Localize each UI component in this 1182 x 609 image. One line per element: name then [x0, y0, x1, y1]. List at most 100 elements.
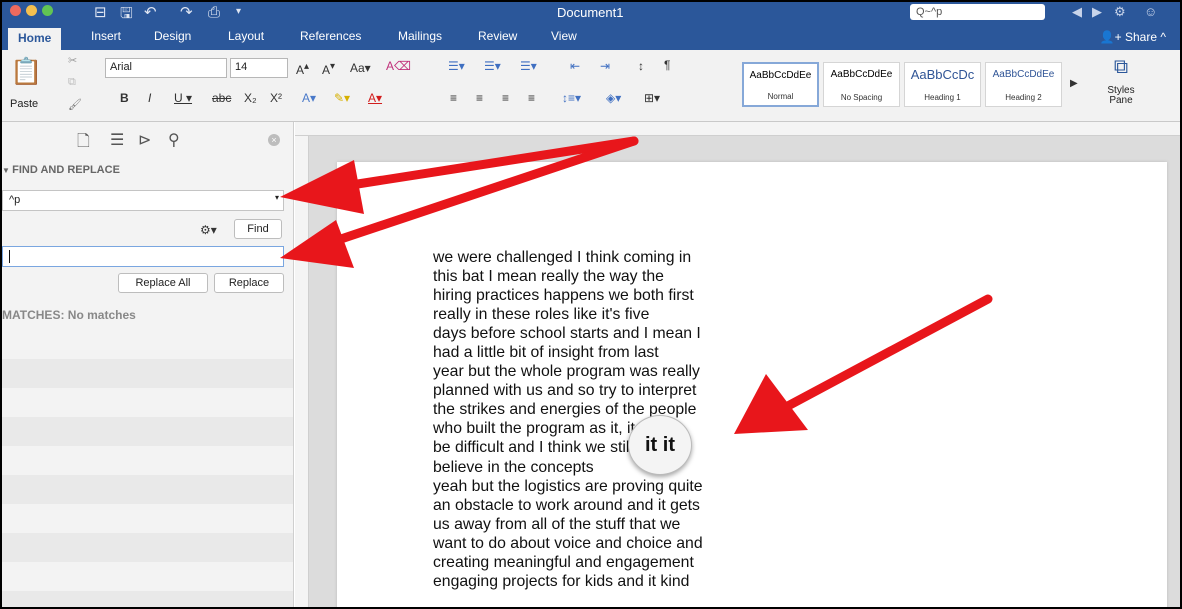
- bold-icon[interactable]: B: [120, 91, 129, 105]
- document-line[interactable]: had a little bit of insight from last: [433, 343, 773, 362]
- document-line[interactable]: really in these roles like it's five: [433, 305, 773, 324]
- document-line[interactable]: yeah but the logistics are proving quite: [433, 477, 773, 496]
- horizontal-ruler[interactable]: [295, 122, 1180, 136]
- tab-home[interactable]: Home: [8, 28, 62, 50]
- tab-view[interactable]: View: [551, 29, 577, 43]
- document-line[interactable]: we were challenged I think coming in: [433, 248, 773, 267]
- sort-icon[interactable]: ↕: [638, 59, 644, 73]
- search-icon[interactable]: ⚲: [168, 130, 180, 149]
- zoom-window-button[interactable]: [42, 5, 53, 16]
- account-icon[interactable]: ☺: [1144, 4, 1157, 19]
- redo-icon[interactable]: ↷: [180, 3, 193, 21]
- list-icon[interactable]: ☰: [110, 130, 124, 149]
- font-color-icon[interactable]: A▾: [368, 91, 382, 105]
- chevron-down-icon[interactable]: ▾: [275, 193, 279, 202]
- save-icon[interactable]: 🖫: [120, 3, 133, 28]
- align-center-icon[interactable]: ≡: [476, 91, 483, 105]
- document-line[interactable]: hiring practices happens we both first: [433, 286, 773, 305]
- numbering-icon[interactable]: ☰▾: [484, 59, 501, 73]
- document-body-text[interactable]: we were challenged I think coming in this…: [433, 248, 773, 591]
- document-line[interactable]: us away from all of the stuff that we: [433, 515, 773, 534]
- document-icon[interactable]: 🗋: [77, 130, 90, 157]
- line-spacing-icon[interactable]: ↕≡▾: [562, 91, 581, 105]
- align-left-icon[interactable]: ≡: [450, 91, 457, 105]
- highlight-icon[interactable]: ✎▾: [334, 91, 350, 105]
- document-line[interactable]: who built the program as it, it can: [433, 419, 773, 438]
- document-line[interactable]: believe in the concepts: [433, 458, 773, 477]
- find-input[interactable]: ^p ▾: [2, 190, 284, 211]
- replace-button[interactable]: Replace: [214, 273, 284, 293]
- clear-formatting-icon[interactable]: A⌫: [386, 59, 411, 73]
- style-no-spacing[interactable]: AaBbCcDdEe No Spacing: [823, 62, 900, 107]
- title-search-field[interactable]: Q~^p: [910, 4, 1045, 20]
- justify-icon[interactable]: ≡: [528, 91, 535, 105]
- change-case-icon[interactable]: Aa▾: [350, 61, 371, 75]
- document-line[interactable]: want to do about voice and choice and: [433, 534, 773, 553]
- minimize-window-button[interactable]: [26, 5, 37, 16]
- strikethrough-icon[interactable]: abc: [212, 91, 231, 105]
- tab-insert[interactable]: Insert: [91, 29, 121, 43]
- document-line[interactable]: year but the whole program was really: [433, 362, 773, 381]
- close-icon[interactable]: ×: [268, 134, 280, 146]
- tab-review[interactable]: Review: [478, 29, 517, 43]
- multilevel-list-icon[interactable]: ☰▾: [520, 59, 537, 73]
- tab-mailings[interactable]: Mailings: [398, 29, 442, 43]
- bullets-icon[interactable]: ☰▾: [448, 59, 465, 73]
- gear-icon[interactable]: ⚙▾: [200, 223, 217, 237]
- grow-font-icon[interactable]: A▴: [296, 61, 309, 77]
- format-painter-icon[interactable]: 🖌: [68, 98, 82, 111]
- find-replace-heading: ▼ FIND AND REPLACE: [2, 164, 120, 176]
- document-line[interactable]: be difficult and I think we still: [433, 438, 773, 457]
- share-button[interactable]: 👤+ Share ^: [1100, 30, 1166, 44]
- result-row: [2, 533, 293, 562]
- document-line[interactable]: an obstacle to work around and it gets: [433, 496, 773, 515]
- tab-design[interactable]: Design: [154, 29, 191, 43]
- tab-references[interactable]: References: [300, 29, 361, 43]
- subscript-icon[interactable]: X₂: [244, 91, 257, 105]
- shrink-font-icon[interactable]: A▾: [322, 61, 335, 77]
- styles-pane-icon[interactable]: ⧉: [1105, 56, 1137, 79]
- align-right-icon[interactable]: ≡: [502, 91, 509, 105]
- find-button[interactable]: Find: [234, 219, 282, 239]
- font-size-field[interactable]: 14: [230, 58, 288, 78]
- document-page[interactable]: we were challenged I think coming in this…: [337, 162, 1167, 607]
- back-icon[interactable]: ◀: [1072, 4, 1082, 20]
- print-icon[interactable]: ⎙: [208, 3, 220, 21]
- decrease-indent-icon[interactable]: ⇤: [570, 59, 580, 73]
- document-line[interactable]: the strikes and energies of the people: [433, 400, 773, 419]
- replace-all-button[interactable]: Replace All: [118, 273, 208, 293]
- replace-input[interactable]: [2, 246, 284, 267]
- italic-icon[interactable]: I: [148, 91, 151, 105]
- vertical-ruler[interactable]: [295, 136, 309, 607]
- paste-icon[interactable]: 📋: [10, 56, 42, 87]
- shading-icon[interactable]: ◈▾: [606, 91, 621, 105]
- document-line[interactable]: planned with us and so try to interpret: [433, 381, 773, 400]
- settings-icon[interactable]: ⚙: [1114, 4, 1126, 20]
- result-row: [2, 359, 293, 388]
- home-quick-icon[interactable]: ⊟: [94, 3, 107, 21]
- customize-toolbar-icon[interactable]: ▾: [236, 6, 241, 17]
- increase-indent-icon[interactable]: ⇥: [600, 59, 610, 73]
- close-window-button[interactable]: [10, 5, 21, 16]
- style-heading-1[interactable]: AaBbCcDc Heading 1: [904, 62, 981, 107]
- style-normal[interactable]: AaBbCcDdEe Normal: [742, 62, 819, 107]
- font-name-field[interactable]: Arial: [105, 58, 227, 78]
- borders-icon[interactable]: ⊞▾: [644, 91, 660, 105]
- navigation-icon[interactable]: ⊳: [138, 130, 151, 149]
- show-marks-icon[interactable]: ¶: [664, 58, 670, 72]
- underline-icon[interactable]: U ▾: [174, 91, 192, 105]
- style-heading-2[interactable]: AaBbCcDdEe Heading 2: [985, 62, 1062, 107]
- styles-more-icon[interactable]: ▶: [1070, 78, 1078, 89]
- document-line[interactable]: engaging projects for kids and it kind: [433, 572, 773, 591]
- tab-layout[interactable]: Layout: [228, 29, 264, 43]
- superscript-icon[interactable]: X²: [270, 91, 282, 105]
- text-effects-icon[interactable]: A▾: [302, 91, 316, 105]
- undo-icon[interactable]: ↶: [144, 3, 157, 21]
- document-line[interactable]: days before school starts and I mean I: [433, 324, 773, 343]
- title-bar: ⊟ 🖫 ↶ ↷ ⎙ ▾ Document1 Q~^p ◀ ▶ ⚙ ☺: [2, 2, 1180, 26]
- document-line[interactable]: this bat I mean really the way the: [433, 267, 773, 286]
- document-line[interactable]: creating meaningful and engagement: [433, 553, 773, 572]
- forward-icon[interactable]: ▶: [1092, 4, 1102, 20]
- copy-icon[interactable]: ⧉: [68, 76, 76, 89]
- cut-icon[interactable]: ✂: [68, 54, 77, 67]
